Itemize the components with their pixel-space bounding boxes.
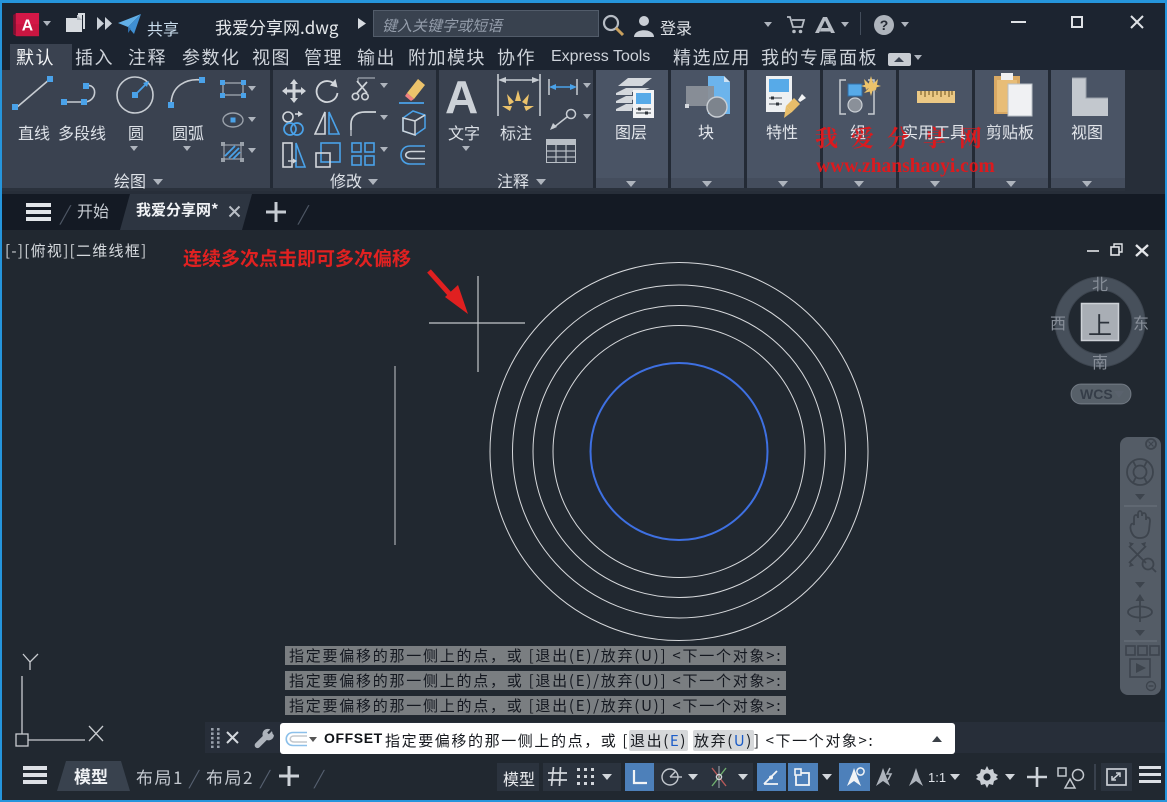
svg-text:WCS: WCS <box>1080 386 1113 402</box>
svg-text:上: 上 <box>1088 306 1112 341</box>
svg-text:东: 东 <box>1133 310 1149 334</box>
svg-text:西: 西 <box>1050 310 1066 334</box>
svg-text:?: ? <box>880 17 889 33</box>
svg-text:北: 北 <box>1092 271 1108 295</box>
svg-text:南: 南 <box>1092 349 1108 373</box>
svg-text:A: A <box>22 18 33 35</box>
